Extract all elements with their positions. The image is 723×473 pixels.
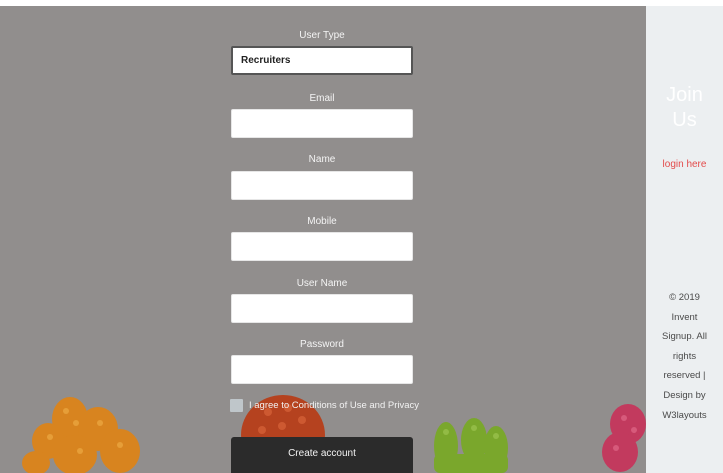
copyright-line: reserved | xyxy=(663,370,706,382)
mobile-label: Mobile xyxy=(307,216,337,227)
join-heading-line1: Join xyxy=(666,84,703,106)
password-field[interactable] xyxy=(231,355,413,384)
agree-text: I agree to Conditions of Use and Privacy xyxy=(249,400,420,411)
username-field[interactable] xyxy=(231,294,413,323)
copyright-line: W3layouts xyxy=(662,409,707,421)
side-panel: Join Us login here © 2019 Invent Signup.… xyxy=(646,6,723,473)
main-panel: User Type Recruiters Email Name Mobile U… xyxy=(0,6,646,473)
copyright-line: Design by xyxy=(663,389,706,401)
user-type-label: User Type xyxy=(299,30,345,41)
email-label: Email xyxy=(309,93,335,104)
copyright-line: rights xyxy=(672,350,697,362)
signup-page: User Type Recruiters Email Name Mobile U… xyxy=(0,0,723,473)
email-field[interactable] xyxy=(231,109,413,138)
create-account-button[interactable]: Create account xyxy=(231,437,413,473)
login-here-link[interactable]: login here xyxy=(646,159,723,170)
name-label: Name xyxy=(308,154,336,165)
username-label: User Name xyxy=(296,278,348,289)
cactus-green-decoration xyxy=(434,418,508,473)
copyright-text: © 2019 Invent Signup. All rights reserve… xyxy=(646,288,723,425)
user-type-select[interactable]: Recruiters xyxy=(231,46,413,75)
cactus-pink-decoration xyxy=(602,404,646,472)
agree-terms-row[interactable]: I agree to Conditions of Use and Privacy xyxy=(230,399,419,412)
name-field[interactable] xyxy=(231,171,413,200)
mobile-field[interactable] xyxy=(231,232,413,261)
password-label: Password xyxy=(300,339,344,350)
copyright-line: Invent xyxy=(671,311,698,323)
copyright-line: © 2019 xyxy=(669,292,700,303)
agree-checkbox[interactable] xyxy=(230,399,243,412)
copyright-line: Signup. All xyxy=(662,331,707,343)
cactus-orange-decoration xyxy=(22,397,140,473)
join-heading-line2: Us xyxy=(672,109,697,131)
